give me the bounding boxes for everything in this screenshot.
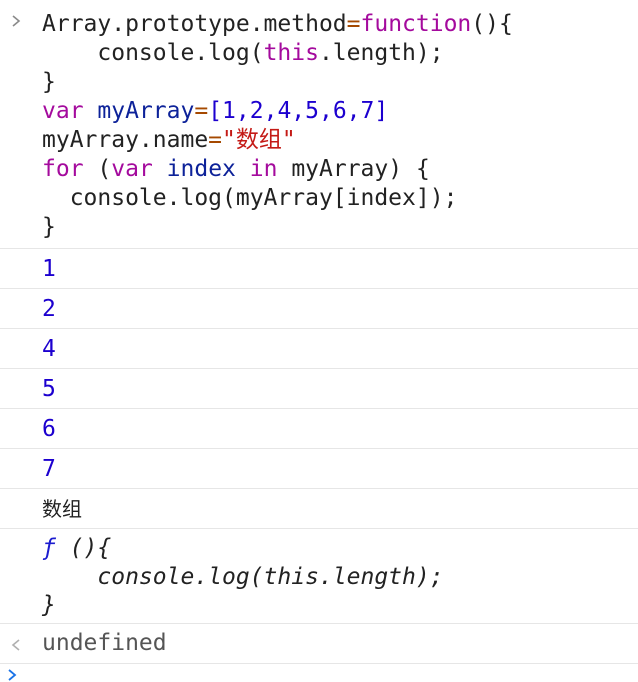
input-code-line: Array.prototype.method=function(){: [42, 10, 513, 39]
devtools-console: Array.prototype.method=function(){ conso…: [0, 0, 638, 682]
code-token: =: [346, 11, 361, 37]
function-line-2: console.log(this.length);: [42, 564, 444, 590]
output-number: 6: [42, 416, 56, 442]
output-number: 2: [42, 296, 56, 322]
console-result-entry: undefined: [0, 624, 638, 664]
code-token: myArray) {: [277, 156, 430, 182]
output-number: 5: [42, 376, 56, 402]
code-token: "数组": [222, 127, 296, 153]
code-token: var: [42, 98, 84, 124]
input-code-line: }: [42, 213, 56, 242]
console-output-entry: 7: [0, 449, 638, 489]
code-token: var: [111, 156, 153, 182]
output-number: 1: [42, 256, 56, 282]
code-token: function: [360, 11, 472, 37]
code-token: console.log(: [42, 40, 264, 66]
code-token: Array.prototype.method: [42, 11, 347, 37]
result-value: undefined: [42, 630, 167, 656]
input-code-line: for (var index in myArray) {: [42, 155, 430, 184]
code-token: this: [263, 40, 319, 66]
console-output-entry: 5: [0, 369, 638, 409]
prompt-caret-icon[interactable]: [6, 668, 18, 682]
console-output-function[interactable]: ƒ (){ console.log(this.length); }: [0, 529, 638, 624]
console-output-entry: 1: [0, 249, 638, 289]
code-token: console.log(myArray[index]);: [42, 185, 458, 211]
chevron-right-icon: [4, 10, 28, 34]
input-code-line: }: [42, 68, 56, 97]
function-line-1: ƒ (){: [42, 534, 111, 563]
function-keyword: ƒ: [42, 535, 56, 561]
output-number: 7: [42, 456, 56, 482]
console-output-entry: 6: [0, 409, 638, 449]
console-input-entry[interactable]: Array.prototype.method=function(){ conso…: [0, 0, 638, 249]
code-token: in: [249, 156, 278, 182]
code-token: (: [83, 156, 112, 182]
code-token: [1,2,4,5,6,7]: [208, 98, 389, 124]
input-code-line: console.log(myArray[index]);: [42, 184, 458, 213]
output-name-value: 数组: [42, 497, 82, 521]
function-line-3: }: [42, 592, 56, 618]
code-token: =: [208, 127, 223, 153]
code-token: =: [194, 98, 209, 124]
return-arrow-icon: [4, 634, 28, 658]
input-code-line: console.log(this.length);: [42, 39, 444, 68]
code-token: (){: [471, 11, 513, 37]
code-token: }: [42, 214, 56, 240]
console-output-entry: 4: [0, 329, 638, 369]
code-token: .length);: [318, 40, 444, 66]
code-token: myArray: [97, 98, 195, 124]
console-output-entry: 数组: [0, 489, 638, 529]
code-token: for: [42, 156, 84, 182]
code-token: myArray.name: [42, 127, 209, 153]
function-line-1-rest: (){: [55, 535, 112, 561]
code-token: index: [166, 156, 236, 182]
input-code-line: var myArray=[1,2,4,5,6,7]: [42, 97, 388, 126]
input-code-line: myArray.name="数组": [42, 126, 296, 155]
output-number: 4: [42, 336, 56, 362]
console-output-entry: 2: [0, 289, 638, 329]
code-token: }: [42, 69, 56, 95]
